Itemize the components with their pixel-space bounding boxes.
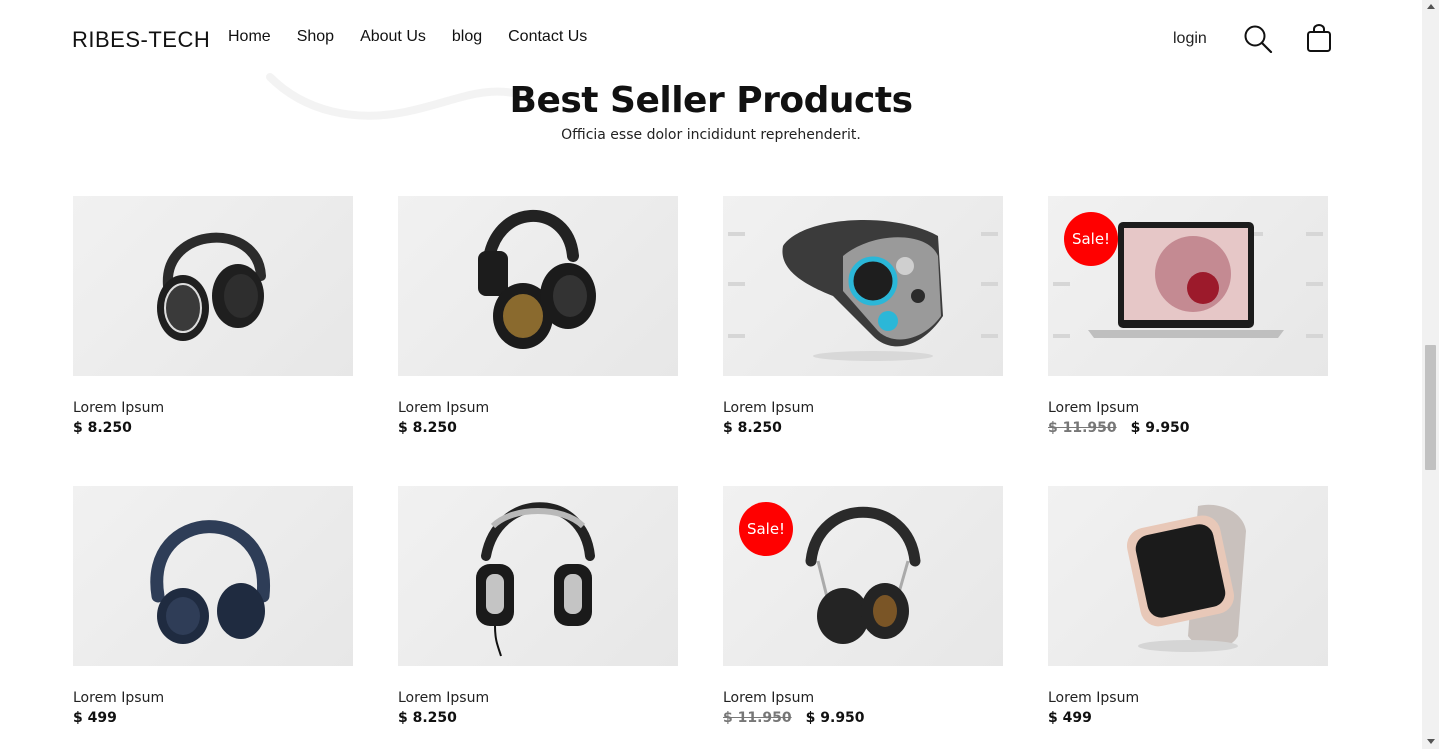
- navbar: RIBES-TECH Home Shop About Us blog Conta…: [0, 0, 1422, 78]
- product-card[interactable]: Lorem Ipsum $ 8.250: [73, 196, 353, 436]
- product-image[interactable]: [73, 196, 353, 376]
- scrollbar-thumb[interactable]: [1425, 345, 1436, 470]
- product-price-row: $ 11.950 $ 9.950: [1048, 420, 1328, 436]
- section-title: Best Seller Products: [509, 80, 914, 121]
- product-name[interactable]: Lorem Ipsum: [398, 400, 678, 416]
- smartwatch-icon: [1126, 504, 1246, 652]
- product-price-row: $ 8.250: [398, 710, 678, 726]
- nav-shop[interactable]: Shop: [297, 28, 334, 46]
- main-nav: Home Shop About Us blog Contact Us: [228, 28, 613, 46]
- nav-contact-us[interactable]: Contact Us: [508, 28, 587, 46]
- nav-blog[interactable]: blog: [452, 28, 482, 46]
- scroll-up-arrow-icon[interactable]: [1427, 4, 1435, 9]
- product-image[interactable]: [1048, 486, 1328, 666]
- product-price: $ 8.250: [398, 710, 457, 726]
- product-name[interactable]: Lorem Ipsum: [73, 400, 353, 416]
- nav-about-us[interactable]: About Us: [360, 28, 426, 46]
- sale-badge: Sale!: [739, 502, 793, 556]
- headphones-icon: [157, 232, 266, 341]
- product-name[interactable]: Lorem Ipsum: [73, 690, 353, 706]
- product-old-price: $ 11.950: [723, 710, 792, 726]
- product-price-row: $ 8.250: [723, 420, 1003, 436]
- product-price-row: $ 8.250: [73, 420, 353, 436]
- product-image[interactable]: [723, 196, 1003, 376]
- shopping-bag-icon[interactable]: [1306, 24, 1332, 52]
- product-price: $ 9.950: [805, 710, 865, 726]
- product-card[interactable]: Lorem Ipsum $ 8.250: [723, 196, 1003, 436]
- product-price-row: $ 11.950 $ 9.950: [723, 710, 1003, 726]
- product-card[interactable]: Sale! Lorem Ipsum $ 11.950 $ 9.950: [723, 486, 1003, 726]
- product-price: $ 9.950: [1130, 420, 1190, 436]
- product-image[interactable]: [398, 196, 678, 376]
- product-image[interactable]: [398, 486, 678, 666]
- product-name[interactable]: Lorem Ipsum: [1048, 690, 1328, 706]
- product-card[interactable]: Lorem Ipsum $ 499: [1048, 486, 1328, 726]
- product-price: $ 499: [1048, 710, 1092, 726]
- product-name[interactable]: Lorem Ipsum: [723, 690, 1003, 706]
- section-heading: Best Seller Products Officia esse dolor …: [0, 80, 1422, 143]
- sale-badge: Sale!: [1064, 212, 1118, 266]
- product-name[interactable]: Lorem Ipsum: [398, 690, 678, 706]
- nav-home[interactable]: Home: [228, 28, 271, 46]
- product-card[interactable]: Lorem Ipsum $ 8.250: [398, 486, 678, 726]
- product-image[interactable]: Sale!: [1048, 196, 1328, 376]
- product-price: $ 8.250: [73, 420, 132, 436]
- page-scrollbar[interactable]: [1422, 0, 1439, 749]
- headphones-icon: [478, 210, 596, 349]
- product-name[interactable]: Lorem Ipsum: [1048, 400, 1328, 416]
- product-price: $ 499: [73, 710, 117, 726]
- headphones-icon: [150, 520, 270, 644]
- product-card[interactable]: Lorem Ipsum $ 499: [73, 486, 353, 726]
- product-price-row: $ 8.250: [398, 420, 678, 436]
- login-link[interactable]: login: [1173, 30, 1207, 48]
- product-name[interactable]: Lorem Ipsum: [723, 400, 1003, 416]
- section-subtitle: Officia esse dolor incididunt reprehende…: [561, 127, 861, 143]
- search-icon[interactable]: [1243, 25, 1273, 53]
- scroll-down-arrow-icon[interactable]: [1427, 739, 1435, 744]
- product-image[interactable]: [73, 486, 353, 666]
- headphones-icon: [476, 502, 595, 657]
- product-price-row: $ 499: [1048, 710, 1328, 726]
- brand-logo[interactable]: RIBES-TECH: [72, 27, 210, 53]
- product-old-price: $ 11.950: [1048, 420, 1117, 436]
- product-price-row: $ 499: [73, 710, 353, 726]
- product-price: $ 8.250: [723, 420, 782, 436]
- vr-headset-icon: [728, 219, 998, 361]
- product-image[interactable]: Sale!: [723, 486, 1003, 666]
- product-card[interactable]: Sale! Lorem Ipsum $ 11.950 $ 9.950: [1048, 196, 1328, 436]
- product-card[interactable]: Lorem Ipsum $ 8.250: [398, 196, 678, 436]
- product-price: $ 8.250: [398, 420, 457, 436]
